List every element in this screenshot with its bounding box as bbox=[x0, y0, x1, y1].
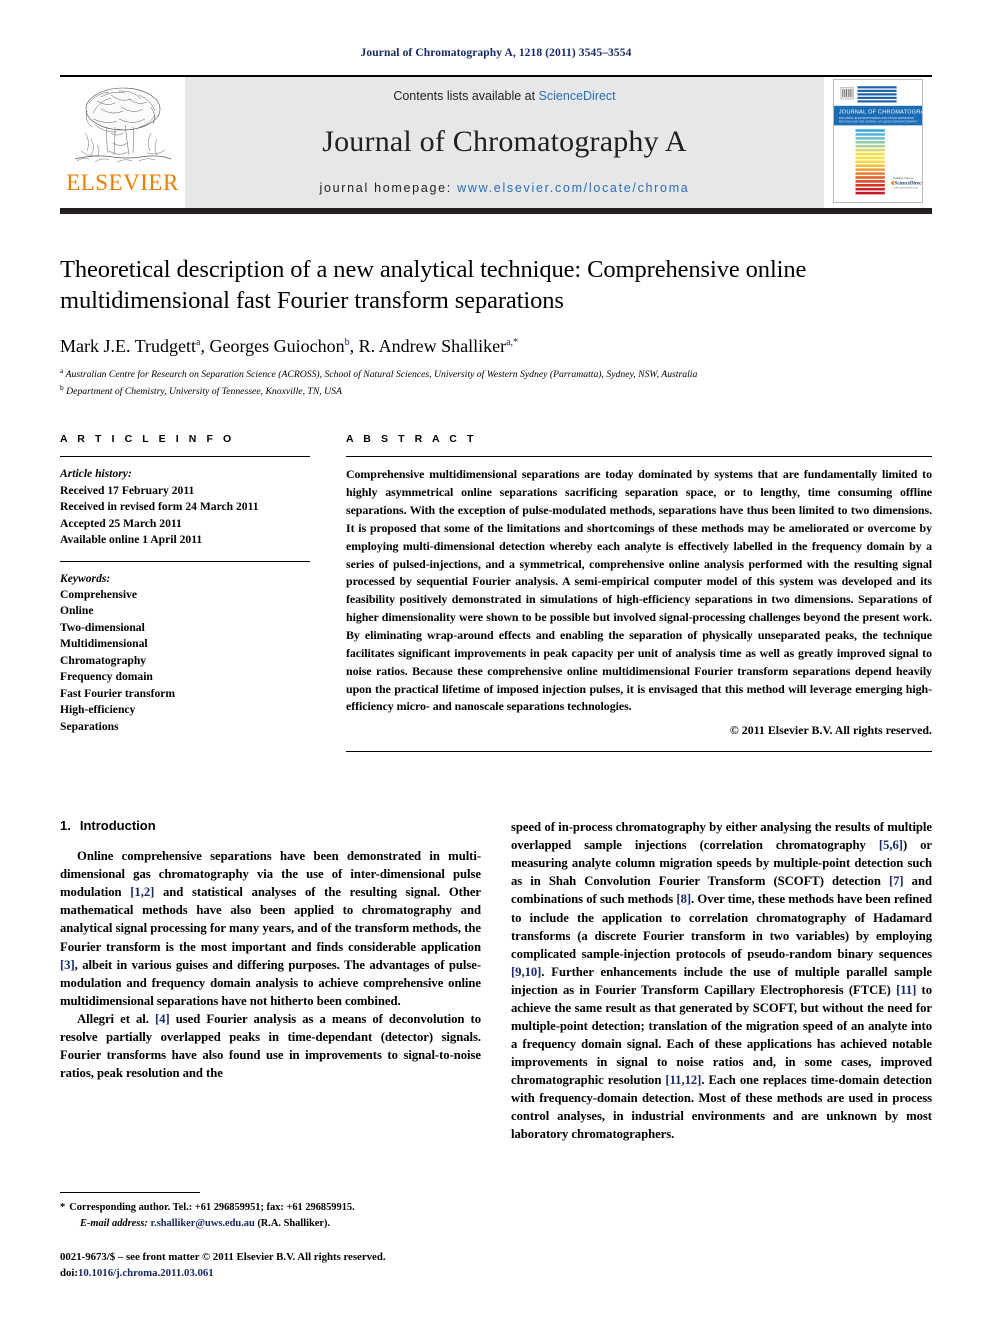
footnote-star-marker: * bbox=[60, 1202, 66, 1214]
affiliation-a: a Australian Centre for Research on Sepa… bbox=[60, 365, 698, 380]
homepage-prefix: journal homepage: bbox=[319, 181, 458, 195]
footnote-rule bbox=[60, 1192, 200, 1194]
article-info-heading: A R T I C L E I N F O bbox=[60, 433, 235, 446]
homepage-url-link[interactable]: www.elsevier.com/locate/chroma bbox=[457, 181, 689, 195]
email-label: E-mail address: bbox=[80, 1217, 148, 1229]
p3-part-f: to achieve the same result as that gener… bbox=[511, 982, 932, 1087]
affiliation-b: b Department of Chemistry, University of… bbox=[60, 383, 342, 398]
abstract-text: Comprehensive multidimensional separatio… bbox=[346, 467, 932, 714]
corresponding-author-text: Corresponding author. Tel.: +61 29685995… bbox=[69, 1202, 355, 1214]
keyword-item: High-efficiency bbox=[60, 703, 136, 717]
keyword-item: Fast Fourier transform bbox=[60, 686, 176, 700]
running-head: Journal of Chromatography A, 1218 (2011)… bbox=[360, 47, 632, 59]
info-abstract-section: A R T I C L E I N F O Article history: R… bbox=[60, 433, 932, 753]
author-list: Mark J.E. Trudgetta, Georges Guiochonb, … bbox=[60, 335, 519, 356]
p3-part-e: . Further enhancements include the use o… bbox=[511, 964, 932, 997]
citation-ref[interactable]: [9,10] bbox=[511, 965, 541, 979]
masthead-bottom-rule bbox=[60, 208, 932, 214]
p1-part-c: , albeit in various guises and differing… bbox=[60, 957, 481, 1008]
intro-paragraph-2: Allegri et al. [4] used Fourier analysis… bbox=[60, 1010, 481, 1082]
journal-homepage-line: journal homepage: www.elsevier.com/locat… bbox=[320, 181, 690, 195]
citation-ref[interactable]: [11,12] bbox=[665, 1073, 701, 1087]
email-owner: (R.A. Shalliker). bbox=[257, 1217, 331, 1229]
elsevier-logo: ELSEVIER bbox=[60, 77, 185, 208]
citation-ref[interactable]: [3] bbox=[60, 958, 75, 972]
elsevier-tree-icon bbox=[74, 87, 171, 163]
affil-marker-a-star: a,* bbox=[506, 336, 519, 348]
email-note: E-mail address: r.shalliker@uws.edu.au (… bbox=[60, 1216, 481, 1231]
elsevier-wordmark: ELSEVIER bbox=[66, 170, 179, 195]
contents-available-line: Contents lists available at ScienceDirec… bbox=[393, 89, 615, 103]
article-history-group: Article history: Received 17 February 20… bbox=[60, 457, 310, 548]
body-columns: 1. Introduction Online comprehensive sepa… bbox=[60, 818, 932, 1143]
issn-copyright-block: 0021-9673/$ – see front matter © 2011 El… bbox=[60, 1249, 481, 1281]
title-block: Theoretical description of a new analyti… bbox=[60, 254, 932, 399]
svg-text:www.sciencedirect.com: www.sciencedirect.com bbox=[894, 186, 918, 189]
body-column-right: speed of in-process chromatography by ei… bbox=[511, 818, 932, 1143]
article-info-column: A R T I C L E I N F O Article history: R… bbox=[60, 433, 310, 752]
svg-text:JOURNAL OF CHROMATOGRAPHY A: JOURNAL OF CHROMATOGRAPHY A bbox=[839, 110, 922, 116]
citation-ref[interactable]: [5,6] bbox=[879, 838, 903, 852]
svg-text:INCLUDING: ELECTROPHORESIS AND: INCLUDING: ELECTROPHORESIS AND OTHER SEP… bbox=[839, 116, 914, 120]
section-title-introduction: 1. Introduction bbox=[60, 818, 481, 833]
citation-ref[interactable]: [11] bbox=[896, 983, 916, 997]
affil-marker-b: b bbox=[344, 336, 350, 348]
affiliation-b-text: Department of Chemistry, University of T… bbox=[66, 386, 342, 398]
abstract-rule-bottom bbox=[346, 751, 932, 753]
contents-prefix: Contents lists available at bbox=[393, 89, 539, 103]
svg-text:Available online at: Available online at bbox=[893, 177, 914, 180]
keyword-item: Separations bbox=[60, 719, 119, 733]
cover-artwork-icon: JOURNAL OF CHROMATOGRAPHY A INCLUDING: E… bbox=[834, 80, 922, 202]
keywords-label: Keywords: bbox=[60, 571, 111, 585]
keyword-item: Frequency domain bbox=[60, 670, 153, 684]
history-item: Received in revised form 24 March 2011 bbox=[60, 500, 259, 514]
doi-prefix: doi: bbox=[60, 1266, 78, 1279]
sciencedirect-link[interactable]: ScienceDirect bbox=[539, 89, 616, 103]
journal-cover-cell: JOURNAL OF CHROMATOGRAPHY A INCLUDING: E… bbox=[824, 77, 932, 208]
keywords-group: Keywords: Comprehensive Online Two-dimen… bbox=[60, 562, 310, 736]
citation-ref[interactable]: [4] bbox=[155, 1012, 170, 1026]
svg-text:METHODS AND THE JOURNAL OF LIQ: METHODS AND THE JOURNAL OF LIQUID CHROMA… bbox=[839, 119, 918, 123]
paper-page: Journal of Chromatography A, 1218 (2011)… bbox=[0, 0, 992, 1323]
abstract-column: A B S T R A C T Comprehensive multidimen… bbox=[346, 433, 932, 753]
keyword-item: Comprehensive bbox=[60, 588, 138, 602]
doi-line: doi:10.1016/j.chroma.2011.03.061 bbox=[60, 1265, 481, 1281]
citation-ref[interactable]: [8] bbox=[676, 892, 691, 906]
svg-text:ScienceDirect: ScienceDirect bbox=[895, 182, 922, 187]
p3-part-a: speed of in-process chromatography by ei… bbox=[511, 820, 932, 853]
page-title: Theoretical description of a new analyti… bbox=[60, 256, 807, 315]
section-number: 1. bbox=[60, 818, 71, 834]
journal-title: Journal of Chromatography A bbox=[322, 125, 687, 158]
doi-link[interactable]: 10.1016/j.chroma.2011.03.061 bbox=[78, 1267, 214, 1279]
intro-paragraph-1: Online comprehensive separations have be… bbox=[60, 847, 481, 1009]
keyword-item: Chromatography bbox=[60, 653, 147, 667]
email-link[interactable]: r.shalliker@uws.edu.au bbox=[150, 1218, 254, 1229]
keyword-item: Online bbox=[60, 604, 94, 618]
corresponding-author-note: * Corresponding author. Tel.: +61 2968599… bbox=[60, 1200, 481, 1215]
affil-marker-a: a bbox=[196, 336, 201, 348]
citation-ref[interactable]: [1,2] bbox=[130, 885, 154, 899]
issn-line: 0021-9673/$ – see front matter © 2011 El… bbox=[60, 1250, 386, 1263]
journal-banner: Contents lists available at ScienceDirec… bbox=[185, 77, 824, 208]
history-item: Accepted 25 March 2011 bbox=[60, 516, 182, 530]
section-heading-text: Introduction bbox=[79, 818, 156, 834]
citation-ref[interactable]: [7] bbox=[889, 874, 904, 888]
intro-paragraph-3: speed of in-process chromatography by ei… bbox=[511, 818, 932, 1143]
abstract-copyright: © 2011 Elsevier B.V. All rights reserved… bbox=[729, 723, 932, 738]
keyword-item: Two-dimensional bbox=[60, 620, 145, 634]
abstract-heading: A B S T R A C T bbox=[346, 433, 477, 446]
history-item: Available online 1 April 2011 bbox=[60, 533, 203, 547]
footnote-block: * Corresponding author. Tel.: +61 2968599… bbox=[60, 1192, 481, 1281]
keyword-item: Multidimensional bbox=[60, 637, 148, 651]
body-column-left: 1. Introduction Online comprehensive sepa… bbox=[60, 818, 481, 1143]
history-item: Received 17 February 2011 bbox=[60, 483, 195, 497]
p2-part-a: Allegri et al. bbox=[77, 1011, 155, 1026]
journal-masthead: ELSEVIER Contents lists available at Sci… bbox=[60, 75, 932, 214]
article-history-label: Article history: bbox=[60, 467, 132, 481]
journal-cover-thumbnail[interactable]: JOURNAL OF CHROMATOGRAPHY A INCLUDING: E… bbox=[833, 79, 923, 203]
affiliation-a-text: Australian Centre for Research on Separa… bbox=[65, 368, 698, 380]
